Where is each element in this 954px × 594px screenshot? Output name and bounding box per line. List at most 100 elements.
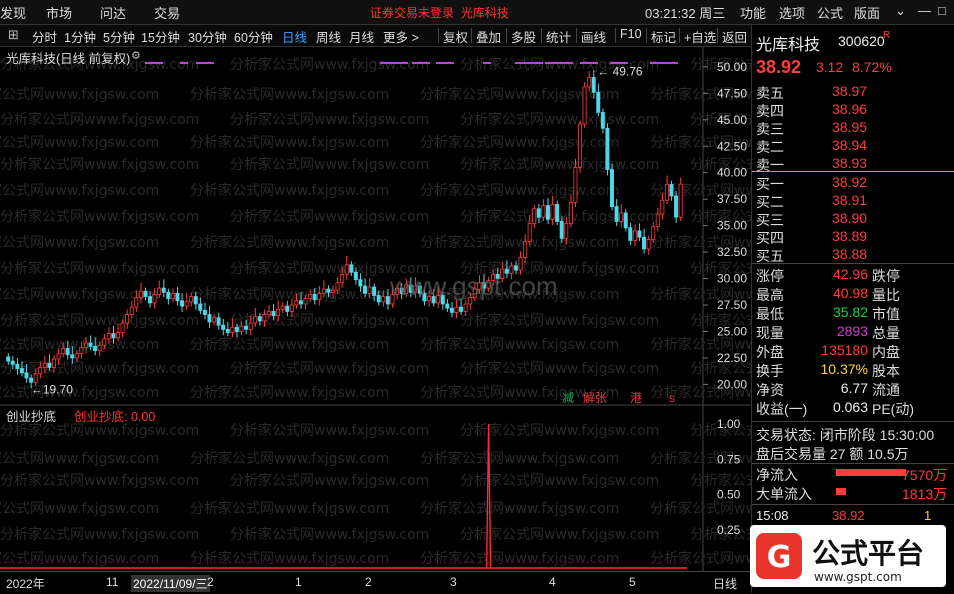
tool-2[interactable]: 多股 <box>511 27 536 46</box>
y-tick-label: 40.00 <box>717 166 747 180</box>
bid-label: 买二 <box>756 194 784 210</box>
watermark-text: 分析家公式网www.fxjgsw.com <box>460 422 659 439</box>
low-label: ←19.70 <box>31 383 73 397</box>
period-tab-day[interactable]: 日线 <box>713 575 737 592</box>
period-8[interactable]: 月线 <box>349 27 374 46</box>
svg-text:G: G <box>767 540 792 575</box>
net-inflow-bar <box>836 469 906 476</box>
tool-6[interactable]: 标记 <box>651 27 676 46</box>
bid-price: 38.90 <box>832 210 868 226</box>
ask-price: 38.95 <box>832 119 868 135</box>
candle <box>678 177 683 221</box>
signal-dots <box>412 62 430 64</box>
kline-chart[interactable]: 分析家公式网www.fxjgsw.com 分析家公式网www.fxjgsw.com… <box>0 47 889 594</box>
tool-8[interactable]: 返回 <box>722 27 747 46</box>
menu-wenda[interactable]: 问达 <box>100 3 126 22</box>
indicator-tick-label: 0.50 <box>717 488 741 502</box>
svg-text:公式平台: 公式平台 <box>812 537 924 570</box>
flag-badge: R <box>883 30 891 41</box>
stat-value: 40.98 <box>832 285 868 301</box>
period-9[interactable]: 更多 > <box>383 27 419 46</box>
watermark-text: 分析家公式网www.fxjgsw.com <box>0 450 159 467</box>
watermark-text: 分析家公式网www.fxjgsw.com <box>190 86 389 103</box>
signal-dots <box>436 62 454 64</box>
menu-layout[interactable]: 版面 <box>854 3 880 22</box>
separator <box>679 28 680 43</box>
top-menu-bar: 发现 市场 问达 交易 证券交易未登录 光库科技 03:21:32 周三 功能 … <box>0 0 954 25</box>
menu-discover[interactable]: 发现 <box>0 3 26 22</box>
watermark-text: 分析家公式网www.fxjgsw.com <box>0 360 199 377</box>
menu-trade[interactable]: 交易 <box>154 3 180 22</box>
period-1[interactable]: 1分钟 <box>64 27 96 46</box>
menu-function[interactable]: 功能 <box>740 3 766 22</box>
bid-price: 38.88 <box>832 246 868 262</box>
settings-icon[interactable]: ⚙ <box>131 49 141 62</box>
y-tick-label: 42.50 <box>717 139 747 153</box>
event-marker: 港 <box>630 391 642 405</box>
watermark-text: 分析家公式网www.fxjgsw.com <box>460 208 659 225</box>
watermark-text: 分析家公式网www.fxjgsw.com <box>0 312 199 329</box>
candle <box>207 305 212 328</box>
ask-price: 38.97 <box>832 83 868 99</box>
y-tick-label: 32.50 <box>717 245 747 259</box>
candle <box>642 228 647 254</box>
stat-label: 最高 <box>756 287 784 303</box>
candle <box>221 318 226 336</box>
period-5[interactable]: 60分钟 <box>234 27 273 46</box>
period-4[interactable]: 30分钟 <box>188 27 227 46</box>
tool-1[interactable]: 叠加 <box>476 27 501 46</box>
stat-value: 0.063 <box>832 399 868 415</box>
grid-icon[interactable]: ⊞ <box>8 27 19 43</box>
stat-value: 135180 <box>821 342 868 358</box>
period-0[interactable]: 分时 <box>32 27 57 46</box>
watermark-text: 分析家公式网www.fxjgsw.com <box>420 336 619 353</box>
stat-label-2: 市值 <box>872 306 900 322</box>
period-6[interactable]: 日线 <box>282 27 307 46</box>
period-3[interactable]: 15分钟 <box>141 27 180 46</box>
stat-value: 35.82 <box>832 304 868 320</box>
ask-label: 卖三 <box>756 121 784 137</box>
indicator-tick-label: 0.25 <box>717 523 741 537</box>
menu-formula[interactable]: 公式 <box>817 3 843 22</box>
indicator-spike <box>485 423 492 569</box>
watermark-text: 分析家公式网www.fxjgsw.com <box>420 134 619 151</box>
signal-dots <box>145 62 163 64</box>
tool-0[interactable]: 复权 <box>443 27 468 46</box>
login-warning[interactable]: 证券交易未登录 光库科技 <box>370 4 509 21</box>
tool-7[interactable]: +自选 <box>684 27 716 46</box>
candle <box>628 222 633 246</box>
signal-dots <box>580 62 598 64</box>
stat-value: 42.96 <box>832 266 868 282</box>
watermark-text: 分析家公式网www.fxjgsw.com <box>420 550 619 567</box>
tick-price: 38.92 <box>832 508 865 523</box>
watermark-text: 分析家公式网www.fxjgsw.com <box>0 550 159 567</box>
bid-label: 买一 <box>756 176 784 192</box>
stat-value: 2893 <box>836 323 868 339</box>
minimize-icon[interactable]: — <box>918 3 931 18</box>
watermark-text: 分析家公式网www.fxjgsw.com <box>420 234 619 251</box>
menu-market[interactable]: 市场 <box>46 3 72 22</box>
x-label: 4 <box>549 575 556 589</box>
bid-price: 38.89 <box>832 228 868 244</box>
stat-label-2: 流通 <box>872 382 900 398</box>
period-7[interactable]: 周线 <box>316 27 341 46</box>
chevron-down-icon[interactable]: ⌄ <box>895 3 906 19</box>
y-tick-label: 20.00 <box>717 377 747 391</box>
x-label: 1 <box>295 575 302 589</box>
watermark-text: 分析家公式网www.fxjgsw.com <box>190 550 389 567</box>
trade-status: 交易状态: 闭市阶段 15:30:00 <box>756 427 935 443</box>
period-2[interactable]: 5分钟 <box>103 27 135 46</box>
maximize-icon[interactable]: □ <box>938 3 946 18</box>
tool-3[interactable]: 统计 <box>546 27 571 46</box>
high-label: ← 49.76 <box>597 64 643 78</box>
watermark-text: 分析家公式网www.fxjgsw.com <box>460 111 659 128</box>
stat-label: 现量 <box>756 325 784 341</box>
watermark-text: 分析家公式网www.fxjgsw.com <box>690 472 751 489</box>
candle <box>166 288 171 305</box>
watermark-text: 分析家公式网www.fxjgsw.com <box>230 526 429 543</box>
bid-label: 买四 <box>756 230 784 246</box>
menu-options[interactable]: 选项 <box>779 3 805 22</box>
tool-5[interactable]: F10 <box>620 27 642 41</box>
tool-4[interactable]: 画线 <box>581 27 606 46</box>
candle <box>180 293 184 312</box>
